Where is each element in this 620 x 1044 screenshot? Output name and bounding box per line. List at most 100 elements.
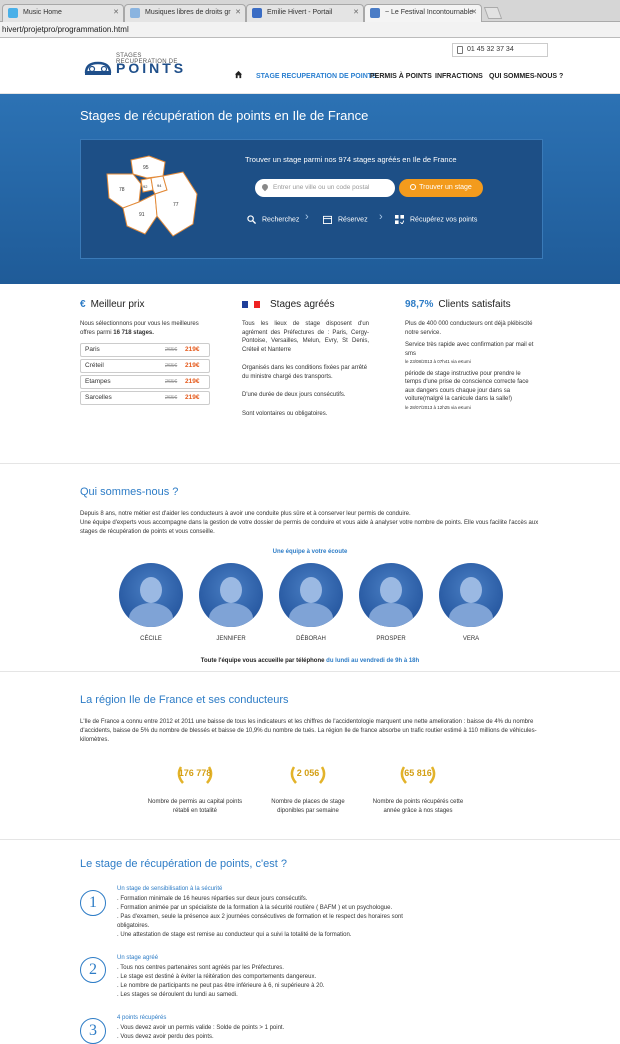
feature-text: Tous les lieux de stage disposent d'un a…	[242, 321, 369, 353]
region-text: L'Ile de France a connu entre 2012 et 20…	[80, 719, 537, 743]
search-input[interactable]: Entrer une ville ou un code postal	[255, 179, 395, 197]
phone-number[interactable]: 01 45 32 37 34	[452, 43, 548, 57]
team-heading: Une équipe à votre écoute	[272, 549, 348, 555]
calendar-icon	[323, 215, 332, 224]
tab-label: Musiques libres de droits gr	[145, 9, 231, 16]
site-logo[interactable]: STAGES RECUPERATION DE POINTS	[83, 53, 193, 81]
phone-icon	[457, 46, 463, 54]
price-new: 219€	[185, 362, 200, 369]
avatar[interactable]	[359, 563, 423, 627]
stat-value: 176 778	[178, 768, 212, 778]
phone-hours: Toute l'équipe vous accueille par téléph…	[0, 658, 620, 664]
about-paragraph: Depuis 8 ans, notre métier est d'aider l…	[80, 511, 411, 517]
feature-title: Stages agréés	[270, 299, 335, 310]
step-number: 2	[80, 957, 106, 983]
team-member-name: PROSPER	[376, 636, 406, 642]
stage-section: Le stage de récupération de points, c'es…	[0, 840, 620, 1044]
stage-line: . Pas d'examen, seule la présence aux 2 …	[117, 914, 403, 929]
nav-stage-recuperation[interactable]: STAGE RECUPERATION DE POINTS	[256, 73, 377, 80]
close-tab-icon[interactable]: ✕	[235, 5, 241, 21]
stat-label: Nombre de permis au capital points rétab…	[147, 799, 243, 814]
find-stage-button[interactable]: Trouver un stage	[399, 179, 483, 197]
feature-agreed: Stages agréés Tous les lieux de stage di…	[242, 299, 369, 418]
avatar[interactable]	[199, 563, 263, 627]
stat-label: Nombre de points récupérés cette année g…	[372, 799, 464, 814]
price-city: Créteil	[85, 362, 104, 369]
tab-label: Music Home	[23, 9, 62, 16]
chevron-right-icon: ›	[379, 211, 383, 223]
stage-title: Le stage de récupération de points, c'es…	[80, 858, 287, 870]
euro-icon: €	[80, 299, 86, 310]
about-paragraph: Une équipe d'experts vous accompagne dan…	[80, 520, 539, 535]
stage-item-lines: . Formation minimale de 16 heures répart…	[117, 895, 417, 940]
new-tab-button[interactable]	[483, 7, 503, 19]
browser-tab-2[interactable]: Musiques libres de droits gr ✕	[124, 4, 246, 22]
close-tab-icon[interactable]: ✕	[353, 5, 359, 21]
price-city: Paris	[85, 346, 100, 353]
price-old: 265€	[165, 363, 178, 369]
features-section: € Meilleur prix Nous sélectionnons pour v…	[0, 284, 620, 464]
price-row[interactable]: Créteil 265€ 219€	[80, 359, 210, 373]
nav-home-icon[interactable]	[234, 70, 243, 81]
feature-text: Sont volontaires ou obligatoires.	[242, 410, 328, 417]
price-city: Etampes	[85, 378, 111, 385]
tab-favicon-icon	[8, 8, 18, 18]
stage-line: . Vous devez avoir un permis valide : So…	[117, 1025, 285, 1031]
map-label: 92	[143, 184, 148, 189]
nav-infractions[interactable]: INFRACTIONS	[435, 73, 483, 80]
nav-qui-sommes-nous[interactable]: QUI SOMMES-NOUS ?	[489, 73, 563, 80]
browser-tab-3[interactable]: Emilie Hivert - Portail ✕	[246, 4, 364, 22]
review-meta: le 28/07/2013 à 12h25 via eKumi	[405, 404, 471, 410]
feature-text: Organisés dans les conditions fixées par…	[242, 365, 368, 380]
stage-line: . Tous nos centres partenaires sont agré…	[117, 965, 284, 971]
best-price-count: 16 718 stages.	[113, 329, 154, 336]
close-tab-icon[interactable]: ✕	[113, 5, 119, 21]
stat-value: 2 056	[296, 768, 320, 778]
review-text: Service très rapide avec confirmation pa…	[405, 342, 534, 357]
browser-tab-1[interactable]: Music Home ✕	[2, 4, 124, 22]
site-header: 01 45 32 37 34 STAGES RECUPERATION DE PO…	[0, 38, 620, 94]
feature-best-price: € Meilleur prix Nous sélectionnons pour v…	[80, 299, 210, 407]
map-label: 78	[119, 187, 125, 193]
price-old: 265€	[165, 379, 178, 385]
feature-text: D'une durée de deux jours consécutifs.	[242, 392, 346, 398]
map-label: 95	[143, 165, 149, 171]
tab-favicon-icon	[130, 8, 140, 18]
location-pin-icon	[260, 182, 270, 192]
stage-item-lines: . Tous nos centres partenaires sont agré…	[117, 964, 417, 1000]
stage-line: . Le stage est destiné à éviter la réité…	[117, 974, 317, 980]
team-member-name: JENNIFER	[216, 636, 246, 642]
avatar[interactable]	[119, 563, 183, 627]
phone-hours-text: Toute l'équipe vous accueille par téléph…	[200, 658, 325, 664]
feature-text: Nous sélectionnons pour vous les meilleu…	[80, 320, 210, 337]
price-row[interactable]: Paris 265€ 219€	[80, 343, 210, 357]
search-icon	[247, 215, 256, 224]
nav-permis-a-points[interactable]: PERMIS À POINTS	[370, 73, 432, 80]
stat-label: Nombre de places de stage diponibles par…	[271, 799, 345, 814]
price-new: 219€	[185, 394, 200, 401]
feature-text: Plus de 400 000 conducteurs ont déjà plé…	[405, 321, 533, 336]
stage-line: . Formation minimale de 16 heures répart…	[117, 896, 308, 902]
region-title: La région Ile de France et ses conducteu…	[80, 694, 289, 706]
price-row[interactable]: Etampes 265€ 219€	[80, 375, 210, 389]
team-member-name: CÉCILE	[140, 636, 162, 642]
address-bar[interactable]: hivert/projetpro/programmation.html	[0, 22, 620, 38]
avatar[interactable]	[279, 563, 343, 627]
stage-item-title: 4 points récupérés	[117, 1015, 167, 1021]
hero-title: Stages de récupération de points en Ile …	[80, 108, 369, 123]
stage-item-title: Un stage de sensibilisation à la sécurit…	[117, 886, 223, 892]
step-recherchez: Recherchez	[247, 215, 299, 224]
find-stage-label: Trouver un stage	[419, 184, 472, 191]
chevron-right-icon: ›	[305, 211, 309, 223]
price-row[interactable]: Sarcelles 265€ 219€	[80, 391, 210, 405]
search-icon	[410, 184, 417, 191]
stat-value: 65 816	[404, 768, 432, 778]
avatar[interactable]	[439, 563, 503, 627]
car-logo-icon	[84, 61, 112, 75]
ile-de-france-map[interactable]: 95 78 92 94 91 77	[101, 154, 201, 239]
browser-tab-4[interactable]: ~ Le Festival Incontournable ✕	[364, 4, 482, 22]
tab-favicon-icon	[370, 8, 380, 18]
logo-wordmark: POINTS	[116, 60, 187, 76]
price-new: 219€	[185, 346, 200, 353]
close-tab-icon[interactable]: ✕	[471, 5, 477, 21]
